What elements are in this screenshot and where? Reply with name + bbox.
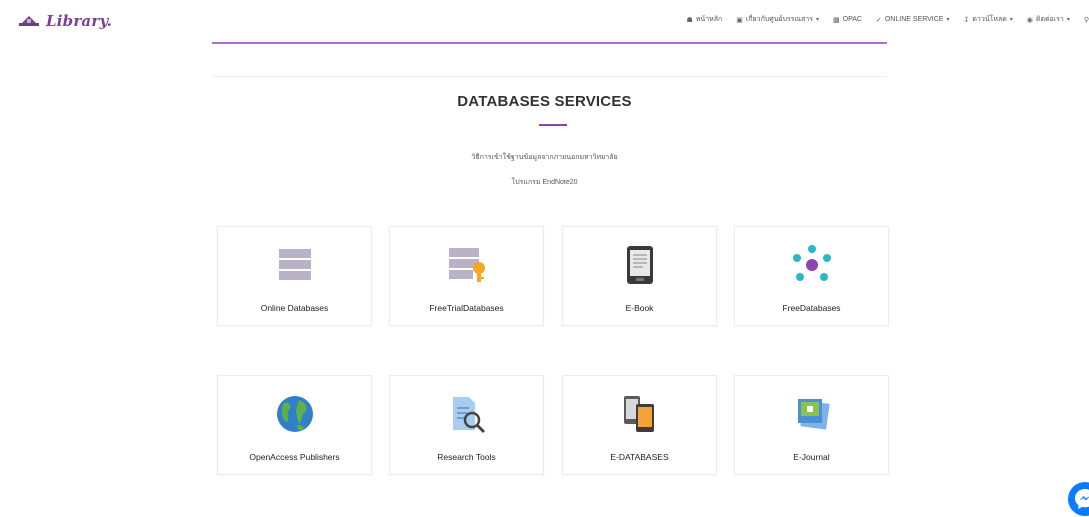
card-label: E-Journal <box>793 452 830 462</box>
card-research-tools[interactable]: Research Tools <box>389 375 544 475</box>
nav-item-label: OPAC <box>842 16 862 23</box>
nav-item-label: ONLINE SERVICE <box>884 16 944 23</box>
endnote-link[interactable]: โปรแกรม EndNote20 <box>0 177 1089 188</box>
library-logo-icon <box>18 14 40 28</box>
chat-icon: ◉ <box>1026 16 1033 24</box>
nav-item-label: ดาวน์โหลด <box>972 16 1007 23</box>
building-icon: ▣ <box>736 16 743 24</box>
download-icon: ↧ <box>963 16 970 24</box>
card-e-databases[interactable]: E-DATABASES <box>562 375 717 475</box>
chevron-down-icon: ▾ <box>816 17 820 23</box>
card-label: OpenAccess Publishers <box>249 452 340 462</box>
chevron-down-icon: ▾ <box>1009 17 1013 23</box>
card-label: Research Tools <box>437 452 496 462</box>
nav-item-label: เกี่ยวกับศูนย์บรรณสาร <box>745 16 814 23</box>
external-access-link[interactable]: วิธีการเข้าใช้ฐานข้อมูลจากภายนอกมหาวิทยา… <box>0 152 1089 163</box>
nav-item-about[interactable]: ▣ เกี่ยวกับศูนย์บรรณสาร ▾ <box>736 14 819 25</box>
divider <box>212 76 887 77</box>
globe-icon <box>218 394 371 434</box>
title-underline <box>539 124 567 126</box>
photo-journal-icon <box>735 394 888 434</box>
nav-item-download[interactable]: ↧ ดาวน์โหลด ▾ <box>964 14 1013 25</box>
card-e-book[interactable]: E-Book <box>562 226 717 326</box>
hero-bottom-border <box>212 42 887 44</box>
brand-name: Library. <box>46 12 113 30</box>
network-icon <box>735 245 888 285</box>
home-icon: ☗ <box>686 16 693 24</box>
bolt-icon: ✓ <box>875 16 882 24</box>
card-online-databases[interactable]: Online Databases <box>217 226 372 326</box>
nav-item-label: หน้าหลัก <box>695 16 723 23</box>
card-e-journal[interactable]: E-Journal <box>734 375 889 475</box>
card-label: FreeDatabases <box>782 303 841 313</box>
chevron-down-icon: ▾ <box>1066 17 1070 23</box>
nav-item-home[interactable]: ☗ หน้าหลัก <box>687 14 723 25</box>
card-open-access-publishers[interactable]: OpenAccess Publishers <box>217 375 372 475</box>
search-icon: ⚲ <box>1083 16 1089 24</box>
database-icon <box>218 245 371 285</box>
nav-item-label: ติดต่อเรา <box>1035 16 1064 23</box>
nav-item-opac[interactable]: ▩ OPAC <box>833 14 862 25</box>
card-label: E-DATABASES <box>610 452 669 462</box>
messenger-icon <box>1075 489 1089 509</box>
nav-item-contact[interactable]: ◉ ติดต่อเรา ▾ <box>1027 14 1070 25</box>
ebook-reader-icon <box>563 245 716 285</box>
main-nav: ☗ หน้าหลัก ▣ เกี่ยวกับศูนย์บรรณสาร ▾ ▩ O… <box>687 14 1089 25</box>
card-label: Online Databases <box>260 303 329 313</box>
nav-search[interactable]: ⚲ <box>1084 14 1089 25</box>
devices-icon <box>563 394 716 434</box>
brand[interactable]: Library. <box>18 12 112 30</box>
section-title: DATABASES SERVICES <box>457 93 632 110</box>
document-search-icon <box>390 394 543 434</box>
database-key-icon <box>390 245 543 285</box>
card-free-trial-databases[interactable]: FreeTrialDatabases <box>389 226 544 326</box>
nav-item-online-service[interactable]: ✓ ONLINE SERVICE ▾ <box>876 14 950 25</box>
messenger-chat-button[interactable] <box>1068 482 1089 516</box>
card-label: E-Book <box>625 303 654 313</box>
book-icon: ▩ <box>833 16 840 24</box>
chevron-down-icon: ▾ <box>946 17 950 23</box>
card-label: FreeTrialDatabases <box>429 303 504 313</box>
card-free-databases[interactable]: FreeDatabases <box>734 226 889 326</box>
top-navbar: Library. ☗ หน้าหลัก ▣ เกี่ยวกับศูนย์บรรณ… <box>0 0 1089 40</box>
